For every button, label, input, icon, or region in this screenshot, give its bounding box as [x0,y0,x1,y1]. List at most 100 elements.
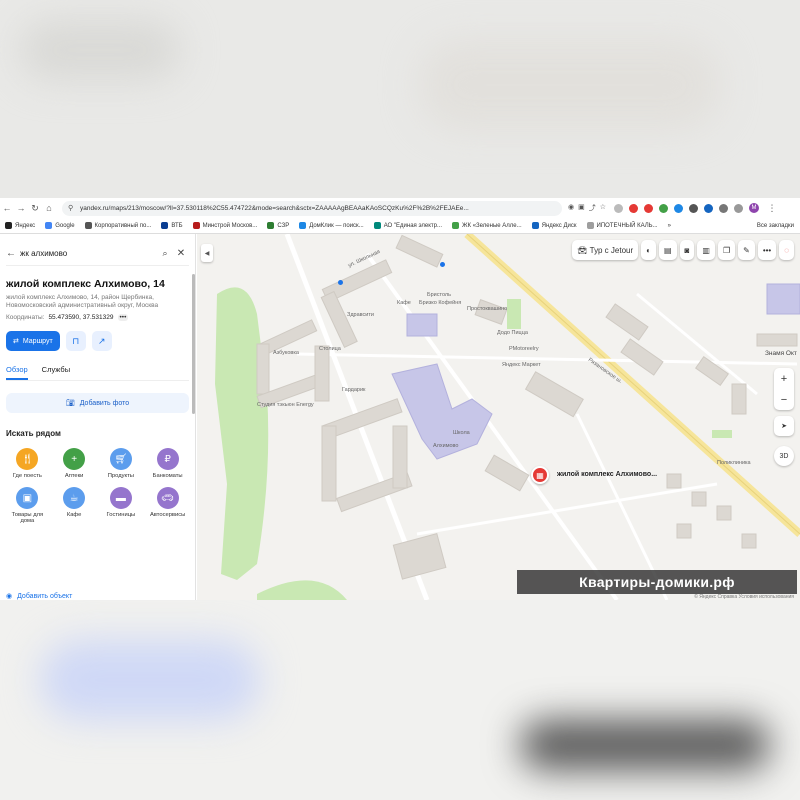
profile-avatar[interactable]: М [749,203,760,213]
bookmark-button[interactable]: ⊓ [65,331,86,351]
bookmarks-map-button[interactable]: ❐ [717,240,736,260]
home-icon[interactable]: ⌂ [42,203,56,213]
tab-services[interactable]: Службы [42,365,70,380]
map-poi-label[interactable]: Бризко Кофейня [419,300,461,306]
nearby-category-item[interactable]: 🍴︎ Где поесть [4,448,51,479]
menu-dots-icon[interactable]: ⋮ [765,203,779,214]
map-poi-label[interactable]: Здравсити [347,312,374,318]
map-poi-label[interactable]: Столица [319,346,341,352]
tab-overview[interactable]: Обзор [6,365,28,380]
nearby-category-item[interactable]: ▬ Гостиницы [98,487,145,524]
add-object-link[interactable]: ◉ Добавить объект [6,592,72,601]
map-poi-label[interactable]: Яндекс Маркет [502,362,541,368]
close-icon[interactable]: ✕ [173,248,189,259]
extension-icon[interactable] [614,203,624,213]
bookmark-item[interactable]: ВТБ [156,222,187,229]
search-icon[interactable]: ⌕ [157,248,173,259]
reload-icon[interactable]: ↻ [28,203,42,214]
all-bookmarks-folder[interactable]: Все закладки [752,223,800,229]
coords-more-button[interactable]: ••• [117,314,129,321]
bookmark-favicon-icon [5,222,12,229]
map-poi-label[interactable]: Азбуковка [273,350,299,356]
map-copyright[interactable]: © Яндекс Справка Условия использования [694,594,794,600]
nearby-category-item[interactable]: ☕︎ Кафе [51,487,98,524]
place-title: жилой комплекс Алхимово, 14 [6,278,165,290]
map-poi-label[interactable]: Кафе [397,300,411,306]
bookmark-item[interactable]: Google [40,222,79,229]
extension-icon[interactable] [659,203,669,213]
yandex-account-button[interactable]: ◌ [779,240,794,260]
bookmark-item[interactable]: ДомКлик — поиск... [294,222,368,229]
bookmark-item[interactable]: ЖК «Зеленые Алле... [447,222,527,229]
bookmark-item[interactable]: Корпоративный по... [80,222,157,229]
extension-icon[interactable] [644,203,654,213]
sidepanel-icon[interactable] [734,203,744,213]
traffic-button[interactable]: ▤ [658,240,677,260]
zoom-out-button[interactable]: − [774,389,794,410]
map-poi-label[interactable]: Алхимово [433,443,458,449]
map-poi-label[interactable]: Простоквашино [467,306,507,312]
bookmark-item[interactable]: СЗР [262,222,294,229]
share-button[interactable]: ↗ [91,331,112,351]
geolocate-button[interactable]: ➤ [774,416,794,436]
map-poi-label[interactable]: Знамя Окт [765,350,797,357]
transit-stop-dot[interactable] [440,262,445,267]
bookmark-item[interactable]: Яндекс [0,222,40,229]
address-bar[interactable]: ⚲ yandex.ru/maps/213/moscow/?ll=37.53011… [62,200,562,216]
nearby-category-item[interactable]: + Аптеки [51,448,98,479]
bookmark-item[interactable]: Минстрой Москов... [188,222,263,229]
route-promo-chip[interactable]: 🚘︎ Тур с Jetour [572,240,639,260]
more-dots-icon: ••• [762,245,772,255]
back-arrow-icon[interactable]: ← [0,203,14,213]
nearby-category-item[interactable]: 🛒︎ Продукты [98,448,145,479]
layers-button[interactable]: ◐ [641,240,656,260]
transport-button[interactable]: ▥ [697,240,715,260]
more-button[interactable]: ••• [757,240,777,260]
install-icon[interactable]: ▣ [578,203,585,213]
coords-value[interactable]: 55.473590, 37.531329 [48,314,113,321]
forward-arrow-icon[interactable]: → [14,203,28,213]
map-poi-label[interactable]: Поликлиника [717,460,751,466]
bookmark-star-icon[interactable]: ☆ [600,203,606,213]
route-button[interactable]: ⇄ Маршрут [6,331,60,351]
transit-stop-dot[interactable] [338,280,343,285]
cart-icon[interactable] [689,203,699,213]
view-3d-button[interactable]: 3D [774,446,794,466]
map-poi-label[interactable]: Додо Пицца [497,330,528,336]
bookmark-label: Яндекс [15,222,36,229]
map-poi-label[interactable]: Школа [453,430,470,436]
nearby-category-item[interactable]: ▣ Товары для дома [4,487,51,524]
place-marker[interactable]: ▦ [531,466,549,484]
bookmark-item[interactable]: АО "Единая электр... [369,222,447,229]
map-poi-label[interactable]: Студия тэкьюн Energy [257,402,314,408]
extension-icon[interactable] [704,203,714,213]
nearby-category-item[interactable]: ₽ Банкоматы [144,448,191,479]
back-arrow-icon[interactable]: ← [6,248,20,259]
map-poi-label[interactable]: PMotoreelry [509,346,539,352]
panorama-button[interactable]: ◙ [679,240,695,260]
extension-icon[interactable] [629,203,639,213]
building [524,371,584,418]
building-icon: ▦ [536,470,544,480]
share-icon[interactable]: ⤴ [589,203,596,213]
zoom-in-button[interactable]: + [774,368,794,389]
puzzle-icon[interactable] [719,203,729,213]
ruler-button[interactable]: ✎ [738,240,755,260]
search-input[interactable]: жк алхимово [20,249,157,258]
bookmark-item[interactable]: Яндекс Диск [527,222,582,229]
map-canvas[interactable]: Здравсити Бристоль Кафе Бризко Кофейня П… [197,234,800,600]
sidebar-scrollbar[interactable] [192,274,195,414]
place-marker-label[interactable]: жилой комплекс Алхимово... [557,471,657,478]
collapse-sidebar-button[interactable]: ◀ [201,244,213,262]
map-poi-label[interactable]: Гардарик [342,387,365,393]
extension-icon[interactable] [674,203,684,213]
map-poi-label[interactable]: Бристоль [427,292,451,298]
search-bar[interactable]: ← жк алхимово ⌕ ✕ [6,242,189,266]
nearby-category-item[interactable]: 🚗︎ Автосервисы [144,487,191,524]
location-icon[interactable]: ◉ [568,203,574,213]
site-info-icon[interactable]: ⚲ [68,204,76,212]
blur-blob [420,40,720,130]
bookmarks-overflow-icon[interactable]: » [663,223,676,229]
add-photo-button[interactable]: 📷︎ Добавить фото [6,393,189,413]
bookmark-item[interactable]: ИПОТЕЧНЫЙ КАЛЬ... [582,222,663,229]
